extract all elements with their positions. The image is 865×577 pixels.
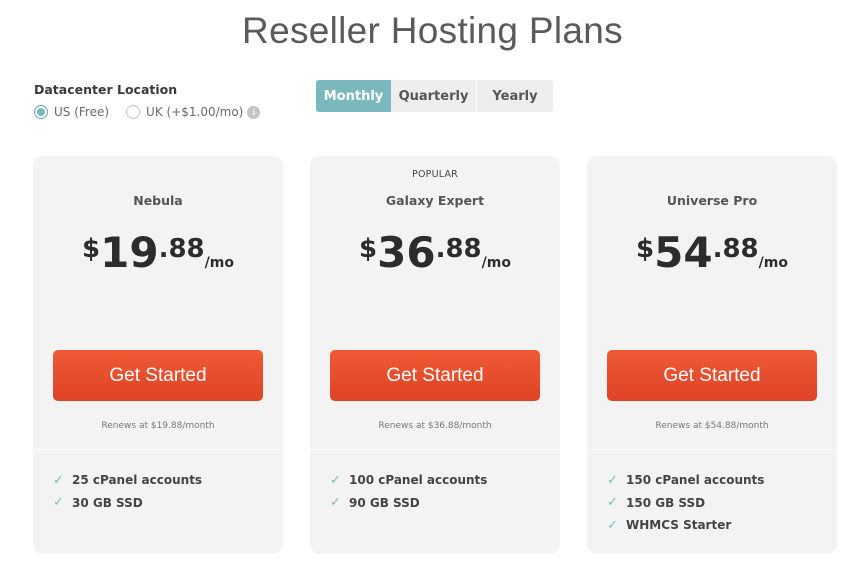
check-icon: ✓ [607, 517, 618, 533]
get-started-button[interactable]: Get Started [607, 350, 817, 401]
datacenter-options: US (Free) UK (+$1.00/mo) i [34, 105, 277, 119]
check-icon: ✓ [607, 495, 618, 511]
price-whole: 36 [377, 228, 436, 277]
renewal-note: Renews at $36.88/month [378, 421, 492, 431]
feature-item: ✓ 150 cPanel accounts [607, 469, 764, 492]
radio-checked-icon[interactable] [34, 105, 48, 119]
check-icon: ✓ [53, 472, 64, 488]
price-cents: .88 [435, 234, 482, 264]
plan-price: $19.88/mo [33, 228, 283, 277]
check-icon: ✓ [330, 495, 341, 511]
feature-label: 100 cPanel accounts [349, 473, 488, 488]
feature-item: ✓ 25 cPanel accounts [53, 469, 202, 492]
feature-label: 150 GB SSD [626, 495, 706, 510]
plan-price: $54.88/mo [587, 228, 837, 277]
price-cents: .88 [158, 234, 205, 264]
feature-item: ✓ 90 GB SSD [330, 492, 487, 515]
plan-card-nebula: Nebula $19.88/mo Get Started Renews at $… [33, 156, 283, 554]
info-icon[interactable]: i [247, 105, 261, 119]
card-divider [587, 449, 837, 450]
popular-badge: POPULAR [412, 169, 458, 180]
price-whole: 54 [654, 228, 713, 277]
feature-item: ✓ WHMCS Starter [607, 514, 764, 537]
datacenter-option-uk-label: UK (+$1.00/mo) [146, 105, 244, 119]
tab-monthly[interactable]: Monthly [316, 80, 391, 112]
feature-item: ✓ 150 GB SSD [607, 492, 764, 515]
feature-label: 25 cPanel accounts [72, 473, 203, 488]
check-icon: ✓ [53, 495, 64, 511]
plan-card-galaxy-expert: POPULAR Galaxy Expert $36.88/mo Get Star… [310, 156, 560, 554]
datacenter-option-us[interactable]: US (Free) [34, 105, 109, 119]
feature-list: ✓ 150 cPanel accounts ✓ 150 GB SSD ✓ WHMCS … [607, 469, 764, 537]
feature-list: ✓ 100 cPanel accounts ✓ 90 GB SSD [330, 469, 487, 514]
price-currency: $ [359, 234, 378, 264]
plan-price: $36.88/mo [310, 228, 560, 277]
renewal-note: Renews at $19.88/month [101, 421, 215, 431]
price-currency: $ [82, 234, 101, 264]
feature-label: 150 cPanel accounts [626, 473, 765, 488]
feature-label: 30 GB SSD [72, 495, 143, 510]
price-whole: 19 [100, 228, 159, 277]
check-icon: ✓ [607, 472, 618, 488]
datacenter-label: Datacenter Location [34, 82, 178, 97]
feature-label: 90 GB SSD [349, 495, 420, 510]
page-title: Reseller Hosting Plans [242, 10, 623, 51]
billing-period-toggle: Monthly Quarterly Yearly [316, 80, 553, 112]
tab-yearly[interactable]: Yearly [477, 80, 553, 112]
radio-unchecked-icon[interactable] [126, 105, 141, 119]
renewal-note: Renews at $54.88/month [655, 421, 769, 431]
card-divider [310, 449, 560, 450]
get-started-button[interactable]: Get Started [330, 350, 540, 401]
price-period: /mo [758, 255, 788, 271]
datacenter-option-us-label: US (Free) [54, 105, 110, 119]
feature-item: ✓ 100 cPanel accounts [330, 469, 487, 492]
feature-item: ✓ 30 GB SSD [53, 492, 202, 515]
feature-label: WHMCS Starter [626, 518, 732, 533]
plan-card-universe-pro: Universe Pro $54.88/mo Get Started Renew… [587, 156, 837, 554]
get-started-button[interactable]: Get Started [53, 350, 263, 401]
check-icon: ✓ [330, 472, 341, 488]
price-period: /mo [481, 255, 511, 271]
price-currency: $ [636, 234, 655, 264]
plan-name: Nebula [133, 193, 183, 208]
card-divider [33, 449, 283, 450]
feature-list: ✓ 25 cPanel accounts ✓ 30 GB SSD [53, 469, 202, 514]
price-cents: .88 [712, 234, 759, 264]
price-period: /mo [204, 255, 234, 271]
datacenter-selector: Datacenter Location US (Free) UK (+$1.00… [34, 82, 277, 119]
plan-name: Universe Pro [666, 193, 758, 208]
plan-name: Galaxy Expert [385, 193, 485, 208]
datacenter-option-uk[interactable]: UK (+$1.00/mo) i [126, 105, 261, 119]
tab-quarterly[interactable]: Quarterly [391, 80, 477, 112]
